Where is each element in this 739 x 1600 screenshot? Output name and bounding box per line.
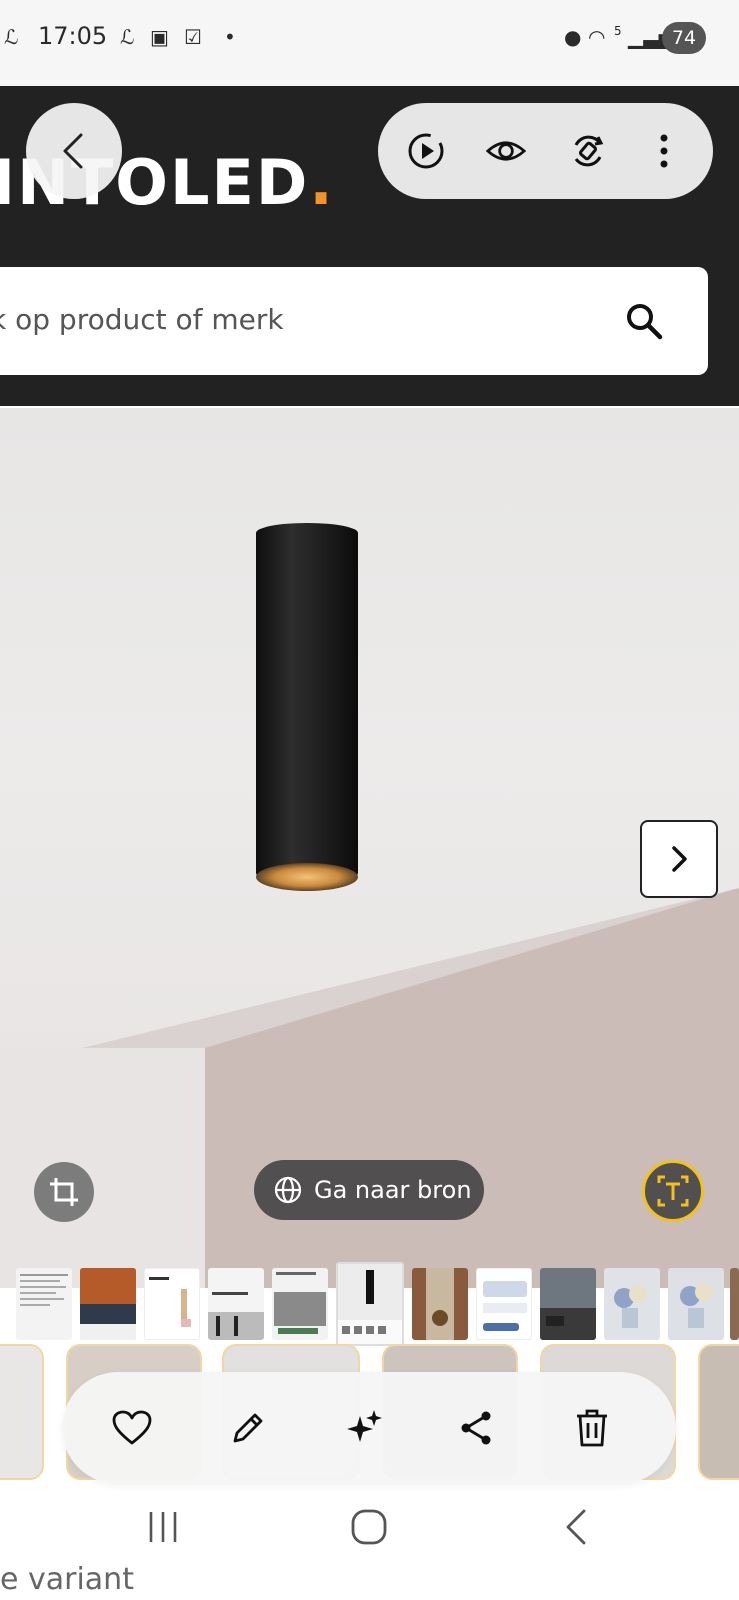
thumbnail[interactable] bbox=[540, 1268, 596, 1340]
photo-action-bar bbox=[62, 1372, 676, 1484]
thumbnail[interactable] bbox=[730, 1268, 739, 1340]
similar-image-card[interactable] bbox=[0, 1344, 44, 1480]
variant-label: e variant bbox=[0, 1562, 134, 1597]
thumbnail-active[interactable] bbox=[336, 1262, 404, 1346]
thumbnail[interactable] bbox=[272, 1268, 328, 1340]
more-options-button[interactable] bbox=[644, 131, 684, 171]
go-to-source-button[interactable]: Ga naar bron bbox=[254, 1160, 484, 1220]
globe-icon bbox=[274, 1176, 302, 1204]
eye-icon bbox=[486, 141, 526, 161]
search-placeholder-text: k op product of merk bbox=[0, 303, 284, 336]
go-to-source-label: Ga naar bron bbox=[314, 1176, 472, 1204]
site-header: INTOLED. k op product of merk bbox=[0, 86, 739, 406]
heart-icon bbox=[112, 1410, 152, 1445]
thumbnail[interactable] bbox=[208, 1268, 264, 1340]
favorite-button[interactable] bbox=[110, 1406, 154, 1450]
recents-icon[interactable] bbox=[146, 1510, 180, 1544]
status-time: 17:05 bbox=[38, 22, 108, 50]
thumbnail[interactable] bbox=[16, 1268, 72, 1340]
search-icon[interactable] bbox=[624, 301, 664, 341]
thumbnail[interactable] bbox=[80, 1268, 136, 1340]
rotate-icon bbox=[574, 135, 604, 167]
location-icon: ● bbox=[564, 25, 582, 49]
home-icon[interactable] bbox=[350, 1508, 388, 1546]
motion-play-button[interactable] bbox=[406, 131, 446, 171]
back-button[interactable] bbox=[26, 103, 122, 199]
thumbnail-strip bbox=[0, 1262, 739, 1346]
crop-icon bbox=[50, 1178, 78, 1206]
thumbnail[interactable] bbox=[412, 1268, 468, 1340]
call-icon: ℒ bbox=[4, 25, 19, 49]
chevron-right-icon bbox=[672, 846, 687, 872]
site-search-bar[interactable]: k op product of merk bbox=[0, 267, 708, 375]
next-image-button[interactable] bbox=[640, 820, 718, 898]
ai-edit-button[interactable] bbox=[342, 1406, 386, 1450]
wifi-icon: ◠ bbox=[588, 25, 606, 49]
trash-icon bbox=[577, 1409, 607, 1447]
back-icon[interactable] bbox=[564, 1508, 588, 1546]
similar-image-card[interactable] bbox=[698, 1344, 739, 1480]
share-button[interactable] bbox=[454, 1406, 498, 1450]
status-bar: ℒ 17:05 ℒ ▣ ☑ • ● ◠ 5 ▁▃▅ 74 bbox=[0, 0, 739, 86]
battery-indicator: 74 bbox=[662, 22, 706, 54]
call-icon: ℒ bbox=[120, 25, 135, 49]
rotate-button[interactable] bbox=[568, 131, 608, 171]
sparkles-icon bbox=[347, 1410, 382, 1442]
logo-dot: . bbox=[309, 146, 335, 219]
viewer-toolbar bbox=[378, 103, 713, 199]
room-walls bbox=[0, 888, 739, 1288]
check-icon: ☑ bbox=[184, 25, 202, 49]
more-vertical-icon bbox=[660, 134, 668, 168]
text-extract-icon bbox=[657, 1175, 689, 1207]
product-photo[interactable] bbox=[0, 408, 739, 1288]
share-icon bbox=[461, 1411, 491, 1445]
lamp-light bbox=[256, 863, 358, 891]
screenshot-icon: ▣ bbox=[150, 25, 169, 49]
view-button[interactable] bbox=[486, 131, 526, 171]
chevron-left-icon bbox=[63, 133, 83, 169]
pencil-icon bbox=[233, 1413, 263, 1443]
delete-button[interactable] bbox=[570, 1406, 614, 1450]
edit-button[interactable] bbox=[226, 1406, 270, 1450]
play-icon bbox=[408, 133, 444, 169]
ceiling-lamp bbox=[256, 523, 358, 883]
crop-button[interactable] bbox=[34, 1162, 94, 1222]
network-badge: 5 bbox=[614, 24, 622, 38]
dot-icon: • bbox=[224, 25, 236, 49]
thumbnail[interactable] bbox=[144, 1268, 200, 1340]
extract-text-button[interactable] bbox=[642, 1160, 704, 1222]
thumbnail[interactable] bbox=[476, 1268, 532, 1340]
thumbnail[interactable] bbox=[604, 1268, 660, 1340]
thumbnail[interactable] bbox=[668, 1268, 724, 1340]
